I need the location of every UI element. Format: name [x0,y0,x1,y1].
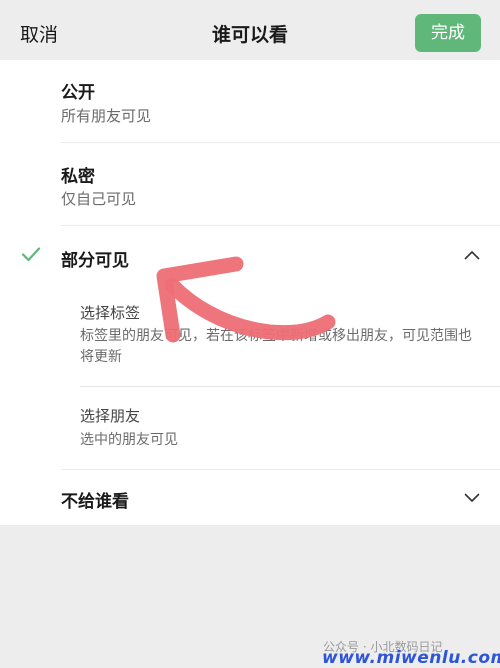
option-partial[interactable]: 部分可见 [0,226,500,286]
option-partial-title: 部分可见 [61,251,129,271]
suboption-tags-title: 选择标签 [80,304,141,322]
option-public[interactable]: 公开 所有朋友可见 [0,60,500,142]
done-button[interactable]: 完成 [415,14,481,52]
option-private-subtitle: 仅自己可见 [61,190,137,208]
suboption-friends-description: 选中的朋友可见 [80,432,178,448]
option-public-title: 公开 [61,83,95,103]
option-exclude[interactable]: 不给谁看 [0,470,500,525]
suboption-select-tags[interactable]: 选择标签 标签里的朋友可见，若在该标签中新增或移出朋友，可见范围也将更新 [0,286,500,386]
suboption-tags-description: 标签里的朋友可见，若在该标签中新增或移出朋友，可见范围也将更新 [80,328,472,365]
option-exclude-title: 不给谁看 [61,492,129,512]
chevron-up-icon[interactable] [464,250,480,260]
watermark-site: www.miwenlu.com [322,648,500,668]
checkmark-icon [21,246,41,262]
option-private[interactable]: 私密 仅自己可见 [0,143,500,225]
visibility-options-panel: 公开 所有朋友可见 私密 仅自己可见 部分可见 选择标签 标签里的朋友可见，若在… [0,60,500,525]
chevron-down-icon[interactable] [464,493,480,503]
suboption-friends-title: 选择朋友 [80,407,141,425]
option-private-title: 私密 [61,167,95,187]
navigation-bar: 取消 谁可以看 完成 [0,0,500,60]
option-public-subtitle: 所有朋友可见 [61,107,152,125]
suboption-select-friends[interactable]: 选择朋友 选中的朋友可见 [0,387,500,469]
